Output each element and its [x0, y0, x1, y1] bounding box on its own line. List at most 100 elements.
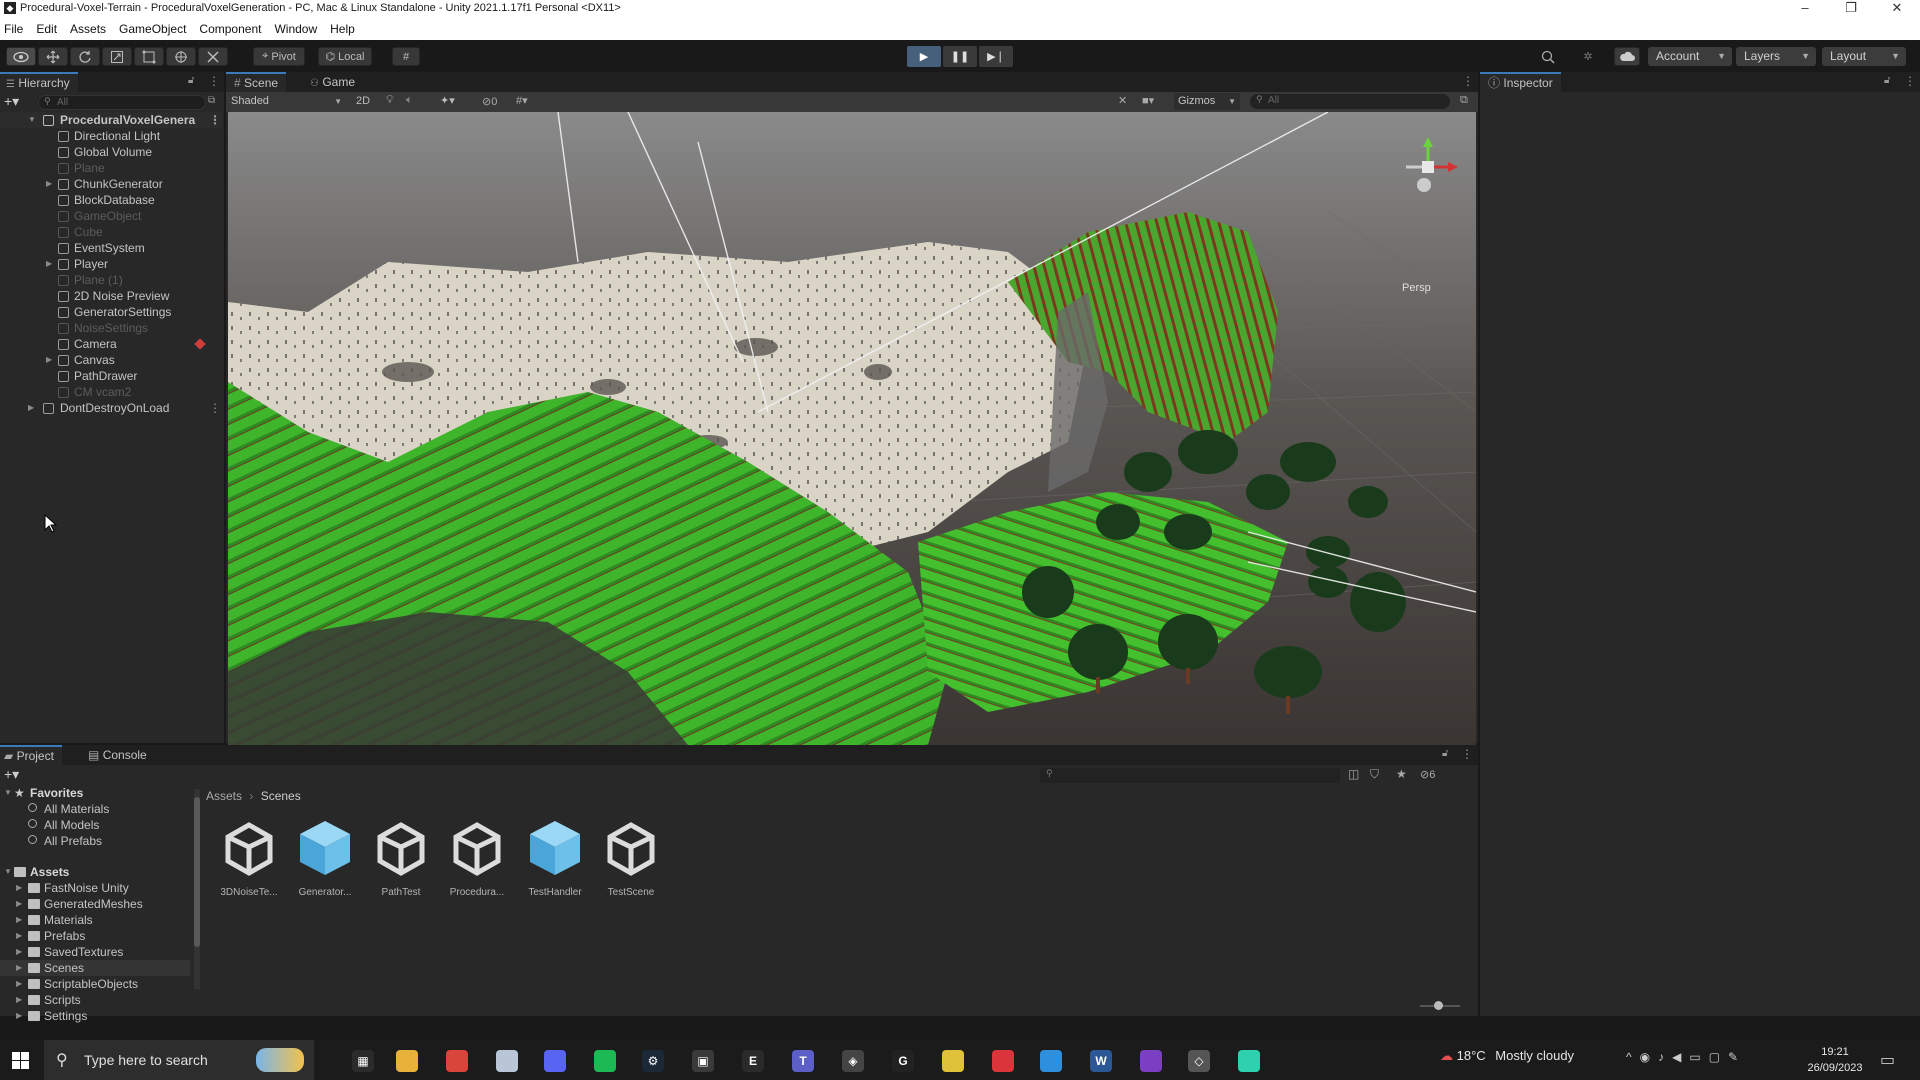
hierarchy-search-input[interactable]: ⚲ All — [38, 95, 206, 110]
local-toggle[interactable]: ⌬ Local — [318, 47, 372, 66]
tab-game[interactable]: ⚇ Game — [302, 72, 363, 92]
hierarchy-scene-root[interactable]: ▼ ProceduralVoxelGenera ⋮ — [0, 112, 222, 128]
move-tool-button[interactable] — [38, 47, 68, 66]
menu-window[interactable]: Window — [274, 22, 317, 36]
collapse-arrow-icon[interactable]: ▶ — [46, 256, 52, 272]
grid-toggle-icon[interactable]: #▾ — [516, 94, 528, 107]
step-button[interactable]: ▶❘ — [979, 46, 1013, 67]
star-icon[interactable]: ★ — [1396, 767, 1407, 781]
files-icon[interactable] — [496, 1050, 518, 1072]
kebab-menu-icon[interactable]: ⋮ — [1904, 74, 1916, 88]
kebab-menu-icon[interactable]: ⋮ — [1462, 74, 1474, 88]
custom-tool-button[interactable] — [198, 47, 228, 66]
pause-button[interactable]: ❚❚ — [943, 46, 977, 67]
hierarchy-item[interactable]: GeneratorSettings — [0, 304, 222, 320]
maximize-button[interactable]: ❐ — [1828, 0, 1874, 18]
hierarchy-item[interactable]: EventSystem — [0, 240, 222, 256]
asset-item[interactable]: Generator... — [286, 817, 364, 898]
lock-icon[interactable]: 🔓︎ — [188, 75, 194, 86]
audio-toggle-icon[interactable]: 🔈︎ — [406, 94, 413, 107]
folder-item[interactable]: ▶ Prefabs — [0, 928, 190, 944]
taskbar-search-box[interactable]: ⚲ Type here to search — [44, 1040, 314, 1080]
hierarchy-item[interactable]: GameObject — [0, 208, 222, 224]
unity-editor-icon[interactable]: ◇ — [1188, 1050, 1210, 1072]
app-red-icon[interactable] — [992, 1050, 1014, 1072]
folder-item[interactable]: ▶ Scripts — [0, 992, 190, 1008]
task-view-icon[interactable]: ▦ — [352, 1050, 374, 1072]
tab-inspector[interactable]: ⓘ Inspector — [1480, 72, 1561, 92]
gizmos-dropdown[interactable]: Gizmos ▼ — [1174, 93, 1240, 110]
file-explorer-icon[interactable] — [396, 1050, 418, 1072]
hierarchy-item[interactable]: NoiseSettings — [0, 320, 222, 336]
chrome-icon[interactable] — [446, 1050, 468, 1072]
hierarchy-item[interactable]: CM vcam2 — [0, 384, 222, 400]
tab-console[interactable]: ▤ Console — [80, 745, 155, 765]
favorites-section[interactable]: ▼ ★ Favorites — [0, 785, 190, 801]
weather-widget[interactable]: ☁ 18°C Mostly cloudy — [1440, 1048, 1574, 1072]
view-tool-button[interactable] — [6, 47, 36, 66]
layout-dropdown[interactable]: Layout ▼ — [1822, 47, 1906, 66]
word-icon[interactable]: W — [1090, 1050, 1112, 1072]
persp-label[interactable]: Persp — [1402, 282, 1431, 294]
asset-item[interactable]: PathTest — [362, 817, 440, 898]
effects-dropdown-icon[interactable]: ✦▾ — [440, 94, 455, 107]
collapse-arrow-icon[interactable]: ▶ — [16, 976, 22, 992]
menu-assets[interactable]: Assets — [70, 22, 106, 36]
maximize-view-icon[interactable]: ⧉ — [1460, 94, 1468, 107]
kebab-menu-icon[interactable]: ⋮ — [208, 74, 220, 88]
windows-start-icon[interactable] — [12, 1052, 29, 1069]
favorite-item[interactable]: All Materials — [0, 801, 190, 817]
tree-scrollbar[interactable] — [194, 789, 200, 989]
toggle-2d-button[interactable]: 2D — [356, 95, 370, 107]
folder-item[interactable]: ▶ ScriptableObjects — [0, 976, 190, 992]
lighting-toggle-icon[interactable]: 💡︎ — [386, 94, 394, 107]
collapse-arrow-icon[interactable]: ▶ — [16, 944, 22, 960]
hierarchy-item[interactable]: ▶ Canvas — [0, 352, 222, 368]
system-tray[interactable]: ^◉♪◀▭▢✎ — [1626, 1050, 1746, 1064]
menu-component[interactable]: Component — [199, 22, 261, 36]
collapse-arrow-icon[interactable]: ▶ — [16, 896, 22, 912]
lock-icon[interactable]: 🔓︎ — [1442, 748, 1448, 759]
hierarchy-item[interactable]: Directional Light — [0, 128, 222, 144]
terminal-icon[interactable]: ▣ — [692, 1050, 714, 1072]
folder-item[interactable]: ▶ Materials — [0, 912, 190, 928]
icon-size-slider[interactable] — [1420, 1001, 1460, 1010]
hierarchy-item[interactable]: ▶ Player — [0, 256, 222, 272]
spotify-icon[interactable] — [594, 1050, 616, 1072]
teams-icon[interactable]: T — [792, 1050, 814, 1072]
favorite-item[interactable]: All Models — [0, 817, 190, 833]
scrollbar-thumb[interactable] — [194, 797, 200, 947]
kebab-menu-icon[interactable]: ⋮ — [209, 112, 221, 128]
hierarchy-item[interactable]: ▶ ChunkGenerator — [0, 176, 222, 192]
collapse-arrow-icon[interactable]: ▶ — [16, 960, 22, 976]
scene-search-input[interactable]: ⚲ All — [1250, 94, 1450, 109]
folder-item[interactable]: ▶ SavedTextures — [0, 944, 190, 960]
draw-mode-dropdown[interactable]: Shaded ▼ — [228, 93, 346, 110]
collapse-arrow-icon[interactable]: ▶ — [16, 880, 22, 896]
scene-filter-icon[interactable]: ⧉ — [208, 95, 215, 106]
search-toolbar-button[interactable] — [1536, 47, 1560, 66]
hierarchy-item[interactable]: Plane (1) — [0, 272, 222, 288]
folder-item[interactable]: ▶ Scenes — [0, 960, 190, 976]
assets-section[interactable]: ▼ Assets — [0, 864, 190, 880]
menu-gameobject[interactable]: GameObject — [119, 22, 186, 36]
scene-viewport[interactable]: Persp — [228, 112, 1476, 745]
steam-icon[interactable]: ⚙ — [642, 1050, 664, 1072]
breadcrumb-assets[interactable]: Assets — [206, 789, 242, 803]
lock-icon[interactable]: 🔓︎ — [1884, 75, 1890, 86]
tab-project[interactable]: ▰ Project — [0, 745, 62, 765]
hidden-packages-toggle[interactable]: ⊘6 — [1420, 768, 1435, 781]
epic-icon[interactable]: E — [742, 1050, 764, 1072]
menu-help[interactable]: Help — [330, 22, 355, 36]
hidden-objects-toggle[interactable]: ⊘0 — [482, 95, 497, 108]
menu-file[interactable]: File — [4, 22, 23, 36]
minimize-button[interactable]: – — [1782, 0, 1828, 18]
vscode-icon[interactable] — [1040, 1050, 1062, 1072]
layers-dropdown[interactable]: Layers ▼ — [1736, 47, 1816, 66]
collapse-arrow-icon[interactable]: ▶ — [16, 928, 22, 944]
hierarchy-item[interactable]: Camera — [0, 336, 222, 352]
scale-tool-button[interactable] — [102, 47, 132, 66]
slider-handle[interactable] — [1434, 1001, 1443, 1010]
asset-item[interactable]: 3DNoiseTe... — [210, 817, 288, 898]
app-teal-icon[interactable] — [1238, 1050, 1260, 1072]
